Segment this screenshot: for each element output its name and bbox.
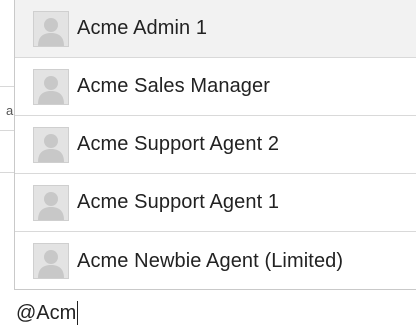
comment-input[interactable]: @Acm [16,296,406,330]
user-placeholder-icon [33,243,69,279]
text-caret [77,301,79,325]
mention-item-name: Acme Admin 1 [77,17,208,39]
background-divider [0,130,14,131]
mention-item-name: Acme Newbie Agent (Limited) [77,249,344,272]
comment-input-text: @Acm [16,301,77,324]
mention-item-name: Acme Sales Manager [77,75,271,97]
user-placeholder-icon [33,10,69,47]
background-partial-text: a [6,103,14,118]
user-placeholder-icon [33,184,69,221]
mention-item-acme-sales-manager[interactable]: Acme Sales Manager [15,58,416,116]
background-divider [0,172,14,173]
mention-item-acme-newbie-agent[interactable]: Acme Newbie Agent (Limited) [15,232,416,290]
stage: a Acme Admin 1 Acme Sales Manager Acme S… [0,0,416,336]
mention-item-name: Acme Support Agent 2 [77,133,280,155]
mention-item-name: Acme Support Agent 1 [77,191,280,213]
user-placeholder-icon [33,68,69,105]
background-divider [0,86,14,87]
mention-item-acme-support-agent-2[interactable]: Acme Support Agent 2 [15,116,416,174]
mention-item-acme-support-agent-1[interactable]: Acme Support Agent 1 [15,174,416,232]
mention-suggestions-popup: Acme Admin 1 Acme Sales Manager Acme Sup… [14,0,416,290]
user-placeholder-icon [33,126,69,163]
mention-item-acme-admin-1[interactable]: Acme Admin 1 [15,0,416,58]
